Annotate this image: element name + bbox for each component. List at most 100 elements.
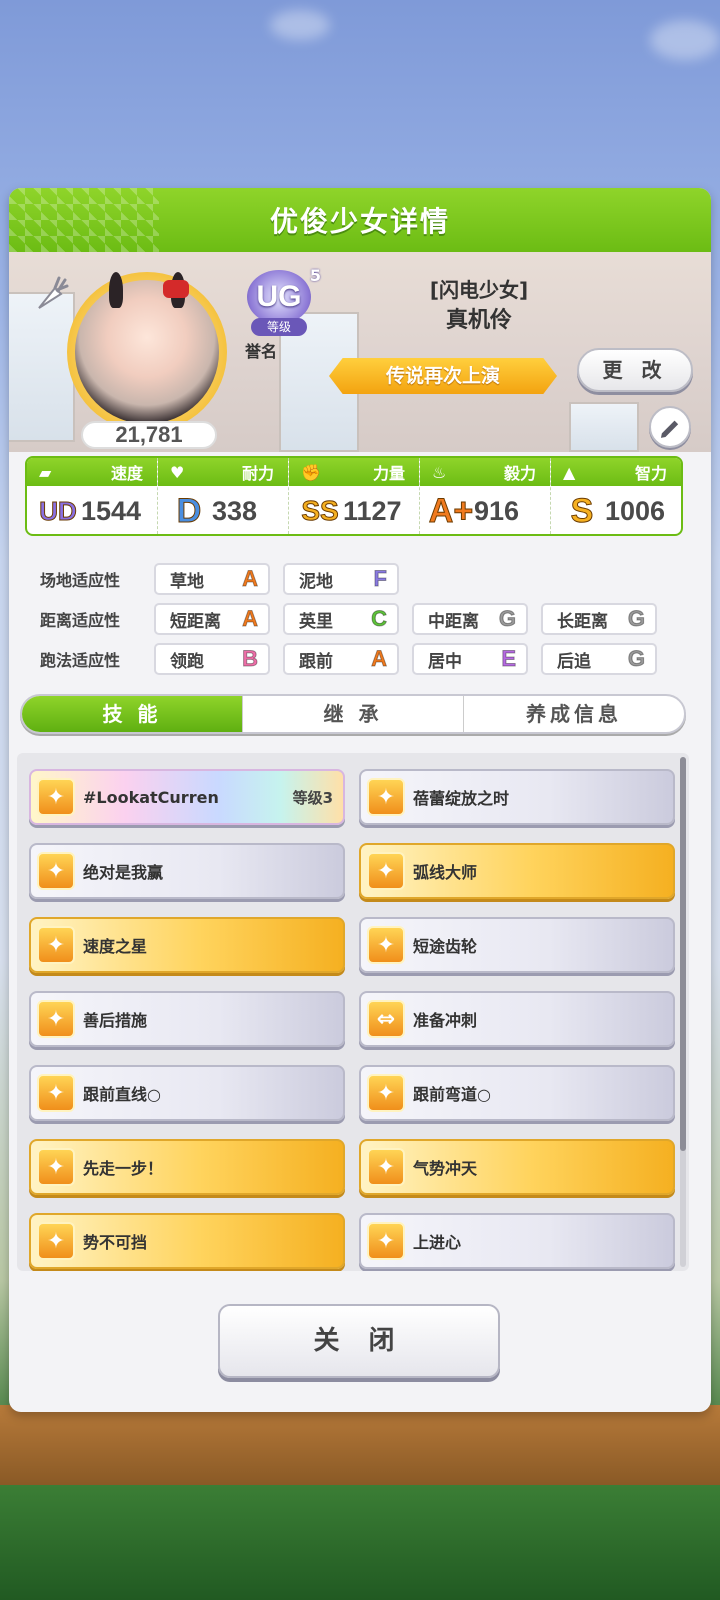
aptitude-pace-chaser: 跟前 A <box>283 643 399 675</box>
background-window <box>9 292 75 442</box>
skill-icon: ✦ <box>37 1000 75 1038</box>
skill-item[interactable]: ✦ 弧线大师 <box>359 843 675 899</box>
change-title-button[interactable]: 更 改 <box>577 348 693 392</box>
skill-icon: ✦ <box>37 1148 75 1186</box>
stat-value: 1006 <box>605 495 666 526</box>
close-button[interactable]: 关 闭 <box>218 1304 500 1378</box>
header-pattern <box>9 188 159 252</box>
carrot-icon[interactable] <box>31 274 71 314</box>
skill-item[interactable]: ✦ 上进心 <box>359 1213 675 1269</box>
stat-power: ✊ 力量 SS 1127 <box>289 458 420 534</box>
skill-item[interactable]: ✦ 善后措施 <box>29 991 345 1047</box>
stat-grade: A+ <box>428 491 474 530</box>
aptitude-end-closer: 后追 G <box>541 643 657 675</box>
background-grass <box>0 1485 720 1600</box>
muscle-icon: ✊ <box>301 462 321 482</box>
aptitude-label: 距离适应性 <box>40 611 121 630</box>
aptitude-row-distance: 距离适应性 短距离 A 英里 C 中距离 G 长距离 G <box>40 603 670 635</box>
stat-guts: ♨ 毅力 A+ 916 <box>420 458 551 534</box>
skill-icon: ✦ <box>367 852 405 890</box>
tab-skills[interactable]: 技 能 <box>22 696 243 732</box>
skill-list-scrollbar[interactable] <box>680 757 686 1267</box>
background-window <box>569 402 639 452</box>
cloud <box>650 20 720 60</box>
rank-badge[interactable]: UG 5 等级 <box>241 266 321 336</box>
cloud <box>270 10 330 40</box>
aptitude-front-runner: 领跑 B <box>154 643 270 675</box>
stat-grade: UD <box>39 495 78 526</box>
stat-speed: ▰ 速度 UD 1544 <box>27 458 158 534</box>
rank-badge-level: 5 <box>309 266 321 285</box>
character-ear <box>109 272 123 308</box>
rank-badge-label: 等级 <box>251 318 307 336</box>
background-fence <box>0 1405 720 1485</box>
character-name: 真机伶 <box>445 308 512 333</box>
aptitude-medium: 中距离 G <box>412 603 528 635</box>
tab-training-info[interactable]: 养成信息 <box>464 696 684 732</box>
skill-item[interactable]: ✦ 势不可挡 <box>29 1213 345 1269</box>
stat-value: 338 <box>212 495 258 526</box>
graduation-cap-icon: ▲ <box>563 462 576 482</box>
stat-value: 1544 <box>81 495 142 526</box>
skill-item[interactable]: ⇔ 准备冲刺 <box>359 991 675 1047</box>
skill-icon: ✦ <box>37 778 75 816</box>
stat-name: 毅力 <box>503 464 536 483</box>
skill-item[interactable]: ✦ 气势冲天 <box>359 1139 675 1195</box>
skill-item[interactable]: ✦ 跟前弯道○ <box>359 1065 675 1121</box>
honor-label: 誉名 <box>245 342 278 361</box>
character-portrait-frame[interactable] <box>67 272 227 432</box>
tab-inheritance[interactable]: 继 承 <box>243 696 464 732</box>
skill-list: ✦ #LookatCurren 等级3 ✦ 蓓蕾绽放之时 ✦ 绝对是我赢 ✦ 弧线大师 ✦… <box>17 753 689 1271</box>
stats-panel: ▰ 速度 UD 1544 ♥ 耐力 D 338 ✊ 力量 SS 1127 ♨ 毅力 A+… <box>25 456 683 536</box>
skill-icon: ✦ <box>37 1222 75 1260</box>
rank-badge-letters: UG <box>247 270 311 324</box>
stat-value: 916 <box>474 495 520 526</box>
stat-grade: S <box>570 491 594 530</box>
detail-tabs: 技 能 继 承 养成信息 <box>20 694 686 734</box>
skill-icon: ✦ <box>367 1222 405 1260</box>
character-portrait <box>75 272 219 424</box>
character-hero: 21,781 UG 5 等级 誉名 [闪电少女] 真机伶 传说再次上演 更 改 <box>9 252 711 452</box>
skill-item[interactable]: ✦ 绝对是我赢 <box>29 843 345 899</box>
stat-name: 力量 <box>372 464 405 483</box>
stat-grade: SS <box>301 495 339 527</box>
character-hair-bow <box>163 280 189 298</box>
stat-grade: D <box>176 491 202 530</box>
character-epithet: [闪电少女] <box>429 278 529 302</box>
skill-icon: ✦ <box>367 1074 405 1112</box>
scrollbar-thumb[interactable] <box>680 757 686 1151</box>
skill-icon: ⇔ <box>367 1000 405 1038</box>
skill-item[interactable]: ✦ 先走一步！ <box>29 1139 345 1195</box>
edit-button[interactable] <box>649 406 691 448</box>
panel-header: 优俊少女详情 <box>9 188 711 252</box>
skill-item[interactable]: ✦ 蓓蕾绽放之时 <box>359 769 675 825</box>
fan-count: 21,781 <box>81 421 217 449</box>
flame-icon: ♨ <box>432 462 447 482</box>
aptitude-label: 跑法适应性 <box>40 651 121 670</box>
stat-wisdom: ▲ 智力 S 1006 <box>551 458 681 534</box>
skill-item[interactable]: ✦ 跟前直线○ <box>29 1065 345 1121</box>
honor-title-ribbon: 传说再次上演 <box>329 358 557 394</box>
skill-item[interactable]: ✦ 速度之星 <box>29 917 345 973</box>
skill-level: 等级3 <box>292 788 333 807</box>
skill-icon: ✦ <box>367 1148 405 1186</box>
aptitude-row-field: 场地适应性 草地 A 泥地 F <box>40 563 412 595</box>
stat-value: 1127 <box>343 495 402 526</box>
aptitude-late-surger: 居中 E <box>412 643 528 675</box>
skill-icon: ✦ <box>37 1074 75 1112</box>
aptitude-sprint: 短距离 A <box>154 603 270 635</box>
skill-item[interactable]: ✦ 短途齿轮 <box>359 917 675 973</box>
aptitude-label: 场地适应性 <box>40 571 121 590</box>
skill-grid: ✦ #LookatCurren 等级3 ✦ 蓓蕾绽放之时 ✦ 绝对是我赢 ✦ 弧线大师 ✦… <box>29 769 675 1269</box>
aptitude-dirt: 泥地 F <box>283 563 399 595</box>
stat-name: 速度 <box>110 464 143 483</box>
skill-item[interactable]: ✦ #LookatCurren 等级3 <box>29 769 345 825</box>
stat-name: 耐力 <box>241 464 274 483</box>
aptitude-mile: 英里 C <box>283 603 399 635</box>
aptitude-long: 长距离 G <box>541 603 657 635</box>
heart-icon: ♥ <box>170 462 185 482</box>
stat-name: 智力 <box>634 464 667 483</box>
shoe-icon: ▰ <box>39 462 52 482</box>
skill-icon: ✦ <box>367 926 405 964</box>
pencil-icon <box>660 420 679 438</box>
